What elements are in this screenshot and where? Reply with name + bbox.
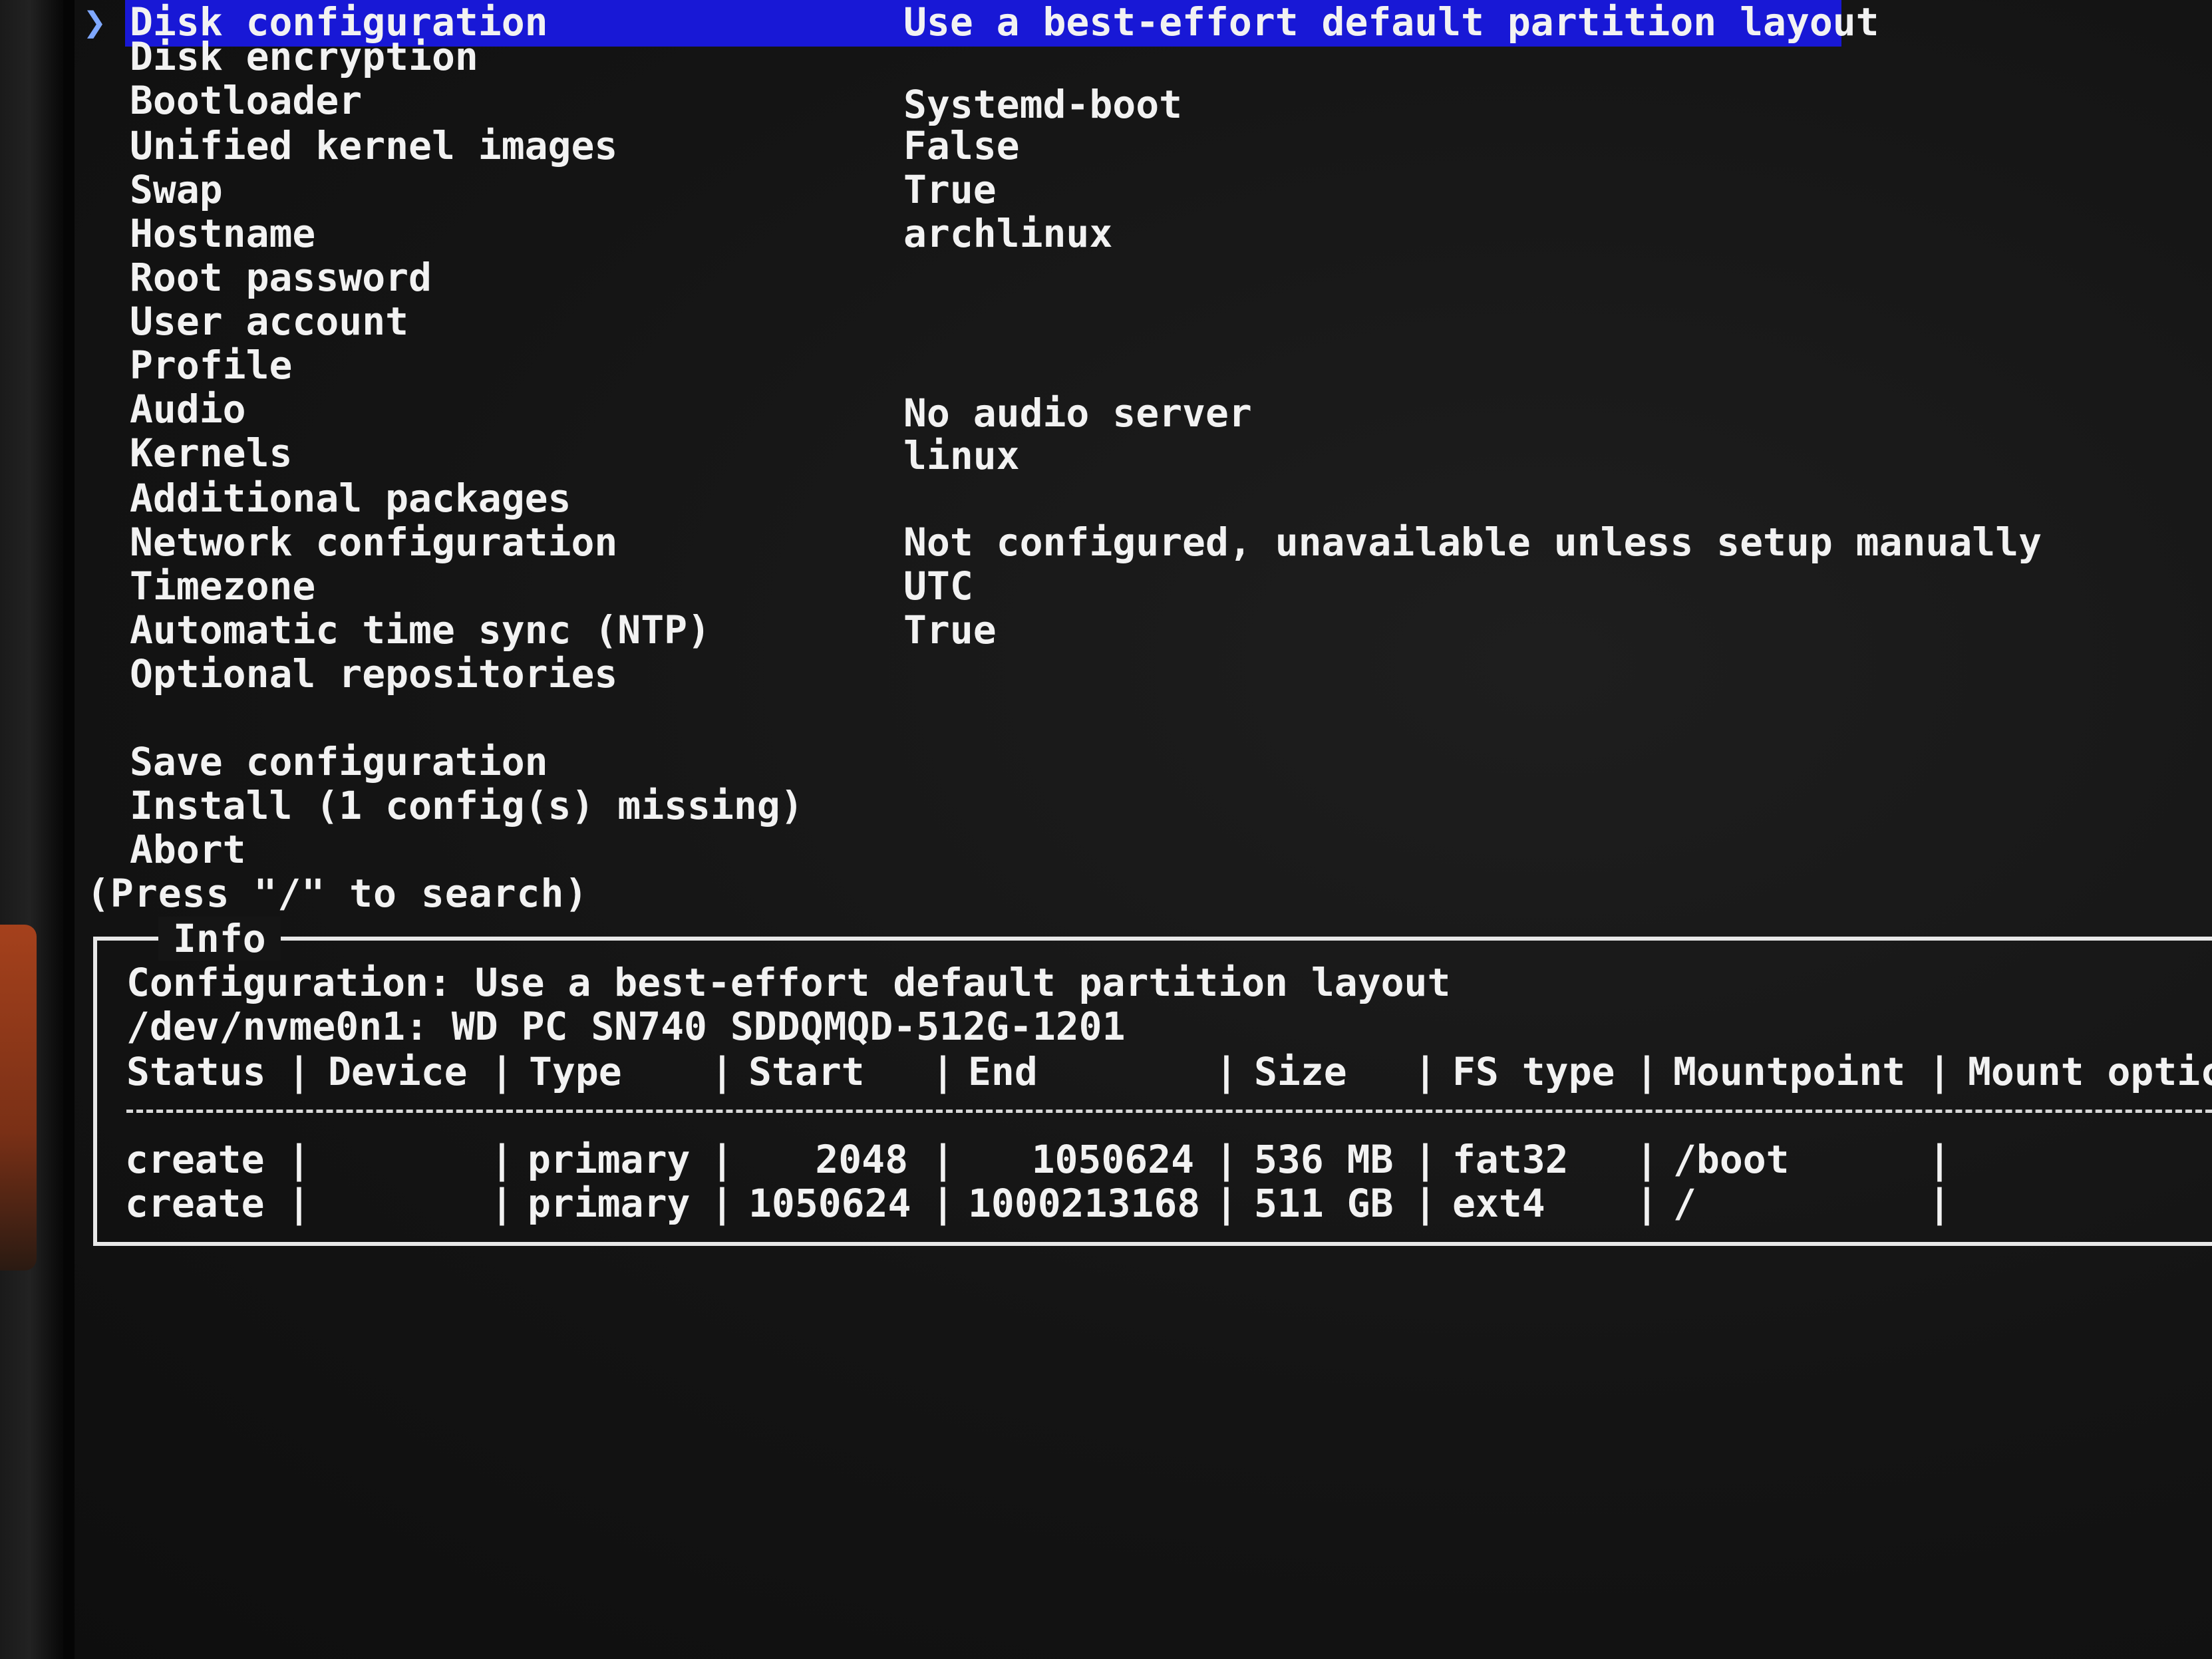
cell-status: create [125,1137,265,1182]
table-header-divider [126,1110,2212,1113]
menu-item-optional-repositories[interactable]: Optional repositories [0,652,2212,696]
column-header-start: Start [748,1049,865,1094]
abort-button[interactable]: Abort [0,828,2212,871]
cell-size: 511 GB [1254,1181,1394,1226]
cell-mountpoint: / [1673,1181,1696,1226]
cell-type: primary [528,1181,691,1226]
column-separator: | [490,1181,514,1226]
column-header-type: Type [529,1049,622,1094]
install-button[interactable]: Install (1 config(s) missing) [0,784,2212,828]
menu-item-audio[interactable]: Audio No audio server [0,386,2212,435]
menu-item-label: Hostname [130,211,316,256]
cell-end: 1000213168 [968,1181,1201,1226]
search-hint: (Press "/" to search) [86,871,589,916]
menu-item-root-password[interactable]: Root password [0,255,2212,299]
menu-item-disk-encryption[interactable]: Disk encryption [0,35,2212,78]
menu-item-swap[interactable]: Swap True [0,168,2212,212]
menu-item-value: linux [903,433,1020,478]
menu-item-additional-packages[interactable]: Additional packages [0,476,2212,520]
column-separator: | [1928,1137,1951,1182]
menu-item-unified-kernel-images[interactable]: Unified kernel images False [0,124,2212,168]
menu-item-value: Systemd-boot [903,82,1183,127]
menu-item-label: Profile [130,343,293,388]
column-separator: | [711,1049,734,1094]
cell-type: primary [528,1137,691,1182]
column-header-size: Size [1254,1049,1347,1094]
menu-item-label: Optional repositories [130,651,618,696]
menu-item-label: User account [130,299,409,344]
menu-item-label: Network configuration [130,520,618,565]
column-separator: | [1215,1181,1238,1226]
column-separator: | [1414,1049,1437,1094]
column-separator: | [931,1137,955,1182]
cell-mountpoint: /boot [1673,1137,1790,1182]
column-separator: | [1635,1137,1659,1182]
menu-action-label: Abort [130,827,246,872]
cell-start: 1050624 [748,1181,911,1226]
column-separator: | [931,1049,955,1094]
menu-item-value: UTC [903,563,973,609]
menu-item-timezone[interactable]: Timezone UTC [0,564,2212,608]
menu-item-value: True [903,607,997,653]
menu-item-label: Bootloader [130,78,363,123]
column-separator: | [1414,1137,1437,1182]
menu-item-automatic-time-sync[interactable]: Automatic time sync (NTP) True [0,608,2212,652]
column-separator: | [1928,1181,1951,1226]
menu-item-label: Audio [130,386,246,432]
column-separator: | [931,1181,955,1226]
menu-item-label: Swap [130,167,223,212]
menu-item-value: True [903,167,997,212]
cell-status: create [125,1181,265,1226]
column-separator: | [711,1181,734,1226]
device-summary: /dev/nvme0n1: WD PC SN740 SDDQMQD-512G-1… [126,1004,1126,1049]
menu-item-label: Automatic time sync (NTP) [130,607,711,653]
menu-item-label: Additional packages [130,476,571,521]
menu-item-label: Disk encryption [130,34,478,79]
cell-start: 2048 [815,1137,908,1182]
menu-item-user-account[interactable]: User account [0,299,2212,343]
column-separator: | [1414,1181,1437,1226]
menu-item-value: No audio server [903,390,1252,436]
configuration-summary: Configuration: Use a best-effort default… [126,960,1451,1005]
save-configuration-button[interactable]: Save configuration [0,740,2212,784]
menu-item-label: Root password [130,255,432,300]
menu-action-label: Save configuration [130,739,548,784]
column-header-end: End [968,1049,1038,1094]
column-separator: | [287,1049,311,1094]
menu-item-hostname[interactable]: Hostname archlinux [0,212,2212,255]
column-separator: | [1215,1137,1238,1182]
cell-fs-type: ext4 [1452,1181,1545,1226]
cell-fs-type: fat32 [1452,1137,1569,1182]
column-separator: | [1635,1181,1659,1226]
menu-action-label: Install (1 config(s) missing) [130,783,804,828]
column-separator: | [490,1049,514,1094]
column-separator: | [1215,1049,1238,1094]
column-separator: | [1928,1049,1951,1094]
menu-item-value: archlinux [903,211,1113,256]
background-object [0,925,37,1271]
menu-item-kernels[interactable]: Kernels linux [0,430,2212,478]
menu-item-value: Not configured, unavailable unless setup… [903,520,2042,565]
column-header-mountpoint: Mountpoint [1673,1049,1906,1094]
column-header-status: Status [126,1049,266,1094]
column-separator: | [490,1137,514,1182]
column-separator: | [287,1181,311,1226]
cell-end: 1050624 [1031,1137,1194,1182]
menu-item-label: Timezone [130,563,316,609]
cell-size: 536 MB [1254,1137,1394,1182]
column-header-device: Device [328,1049,468,1094]
menu-item-label: Kernels [130,430,293,476]
info-panel-title: Info [158,917,281,961]
menu-item-value: False [903,123,1020,168]
menu-item-bootloader[interactable]: Bootloader Systemd-boot [0,78,2212,126]
column-header-fs-type: FS type [1452,1049,1615,1094]
column-separator: | [1635,1049,1659,1094]
menu-item-network-configuration[interactable]: Network configuration Not configured, un… [0,520,2212,564]
menu-item-profile[interactable]: Profile [0,343,2212,387]
column-header-mount-options: Mount optic [1968,1049,2212,1094]
column-separator: | [711,1137,734,1182]
column-separator: | [287,1137,311,1182]
menu-item-label: Unified kernel images [130,123,618,168]
